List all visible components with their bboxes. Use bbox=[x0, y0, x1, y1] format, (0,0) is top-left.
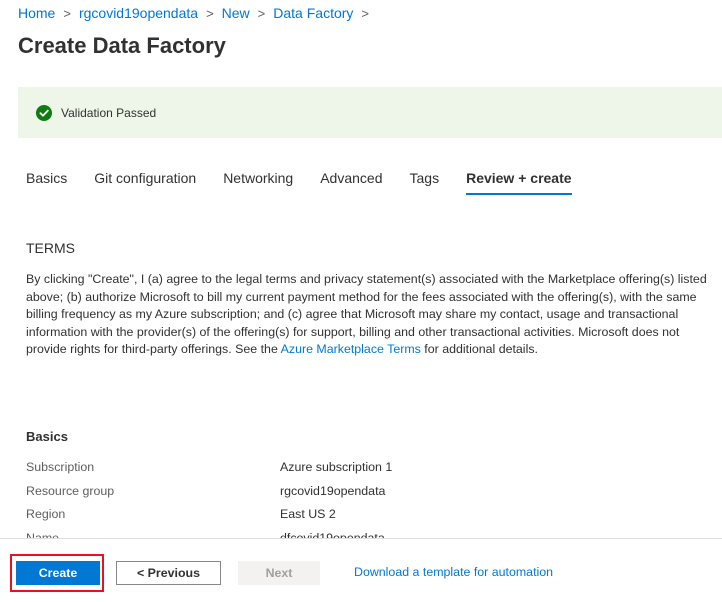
breadcrumb: Home > rgcovid19opendata > New > Data Fa… bbox=[18, 5, 377, 21]
breadcrumb-separator: > bbox=[361, 5, 369, 21]
terms-text: By clicking "Create", I (a) agree to the… bbox=[26, 271, 718, 359]
basics-heading: Basics bbox=[26, 429, 68, 444]
summary-row-region: Region East US 2 bbox=[26, 507, 706, 521]
terms-heading: TERMS bbox=[26, 240, 75, 256]
summary-key: Region bbox=[26, 507, 66, 521]
summary-value: rgcovid19opendata bbox=[280, 484, 386, 498]
validation-text: Validation Passed bbox=[61, 105, 157, 120]
marketplace-terms-link[interactable]: Azure Marketplace Terms bbox=[281, 342, 421, 356]
breadcrumb-data-factory[interactable]: Data Factory bbox=[273, 5, 353, 21]
breadcrumb-separator: > bbox=[257, 5, 266, 21]
check-circle-icon bbox=[36, 104, 52, 121]
tab-basics[interactable]: Basics bbox=[26, 170, 67, 195]
breadcrumb-home[interactable]: Home bbox=[18, 5, 55, 21]
summary-value: East US 2 bbox=[280, 507, 336, 521]
breadcrumb-new[interactable]: New bbox=[222, 5, 250, 21]
breadcrumb-resource-group[interactable]: rgcovid19opendata bbox=[79, 5, 198, 21]
next-button[interactable]: Next bbox=[238, 561, 320, 585]
footer-bar: Create < Previous Next Download a templa… bbox=[0, 538, 722, 602]
tab-tags[interactable]: Tags bbox=[410, 170, 440, 195]
validation-banner: Validation Passed bbox=[18, 87, 722, 138]
download-template-link[interactable]: Download a template for automation bbox=[354, 565, 553, 579]
page-title: Create Data Factory bbox=[18, 33, 226, 58]
previous-button[interactable]: < Previous bbox=[116, 561, 221, 585]
terms-text-part: for additional details. bbox=[420, 342, 538, 357]
tab-bar: Basics Git configuration Networking Adva… bbox=[26, 170, 599, 195]
summary-key: Subscription bbox=[26, 460, 95, 474]
breadcrumb-separator: > bbox=[206, 5, 214, 21]
tab-git-configuration[interactable]: Git configuration bbox=[94, 170, 196, 195]
summary-value: Azure subscription 1 bbox=[280, 460, 393, 474]
breadcrumb-separator: > bbox=[63, 5, 71, 21]
summary-key: Resource group bbox=[26, 484, 115, 498]
tab-advanced[interactable]: Advanced bbox=[320, 170, 382, 195]
tab-networking[interactable]: Networking bbox=[223, 170, 293, 195]
summary-row-resource-group: Resource group rgcovid19opendata bbox=[26, 484, 706, 498]
summary-row-subscription: Subscription Azure subscription 1 bbox=[26, 460, 706, 474]
tab-review-create[interactable]: Review + create bbox=[466, 170, 572, 195]
create-button[interactable]: Create bbox=[16, 561, 100, 585]
